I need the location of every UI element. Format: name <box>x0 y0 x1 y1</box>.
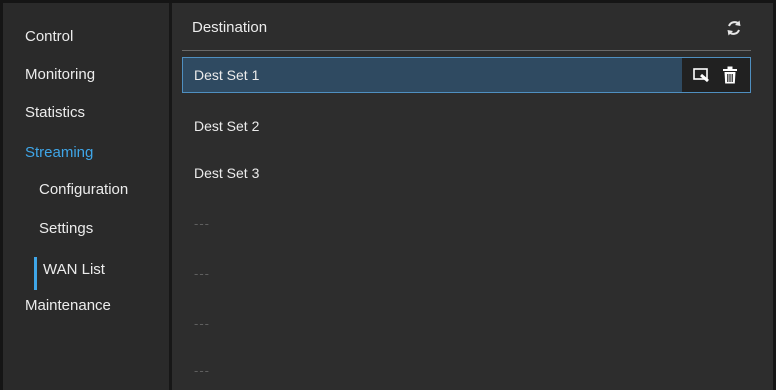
refresh-button[interactable] <box>722 16 746 40</box>
row-placeholder: --- <box>194 316 210 331</box>
sidebar-item-label: Statistics <box>25 104 86 121</box>
row-label: Dest Set 1 <box>194 67 260 83</box>
destination-row[interactable]: Dest Set 1 <box>182 57 751 93</box>
destination-row-empty[interactable]: --- <box>182 307 751 343</box>
panel-title: Destination <box>192 19 268 36</box>
sidebar-item-label: Control <box>25 28 74 45</box>
row-label: Dest Set 2 <box>194 118 260 134</box>
sidebar-subitem-wan-list[interactable]: WAN List <box>43 261 105 278</box>
row-placeholder: --- <box>194 363 210 378</box>
sidebar-subitem-configuration[interactable]: Configuration <box>39 181 128 198</box>
delete-button[interactable] <box>721 66 739 84</box>
sidebar-item-control[interactable]: Control <box>25 28 73 45</box>
sidebar: Control Monitoring Statistics Streaming … <box>3 3 172 390</box>
sidebar-item-label: Streaming <box>25 144 94 161</box>
app-frame: Control Monitoring Statistics Streaming … <box>0 0 776 390</box>
trash-icon <box>723 66 737 84</box>
sidebar-item-monitoring[interactable]: Monitoring <box>25 66 95 83</box>
edit-icon <box>693 68 709 83</box>
sidebar-item-label: Monitoring <box>25 66 96 83</box>
selected-indicator <box>34 257 37 290</box>
sidebar-item-streaming[interactable]: Streaming <box>25 144 93 161</box>
row-placeholder: --- <box>194 216 210 231</box>
row-placeholder: --- <box>194 266 210 281</box>
sidebar-item-statistics[interactable]: Statistics <box>25 104 85 121</box>
sidebar-subitem-label: Settings <box>39 220 94 237</box>
sidebar-subitem-label: Configuration <box>39 181 129 198</box>
destination-row[interactable]: Dest Set 3 <box>182 155 751 191</box>
destination-row[interactable]: Dest Set 2 <box>182 108 751 144</box>
refresh-icon <box>727 20 741 36</box>
header-divider <box>182 50 751 51</box>
row-actions <box>682 58 750 92</box>
row-label: Dest Set 3 <box>194 165 260 181</box>
destination-row-empty[interactable]: --- <box>182 207 751 243</box>
edit-button[interactable] <box>693 66 711 84</box>
sidebar-item-maintenance[interactable]: Maintenance <box>25 297 111 314</box>
destination-row-empty[interactable]: --- <box>182 257 751 293</box>
sidebar-subitem-settings[interactable]: Settings <box>39 220 93 237</box>
destination-row-empty[interactable]: --- <box>182 354 751 390</box>
destination-panel: Destination Dest Set 1 Dest Set 2 Dest S… <box>172 3 773 390</box>
sidebar-subitem-label: WAN List <box>43 261 105 278</box>
sidebar-item-label: Maintenance <box>25 297 111 314</box>
